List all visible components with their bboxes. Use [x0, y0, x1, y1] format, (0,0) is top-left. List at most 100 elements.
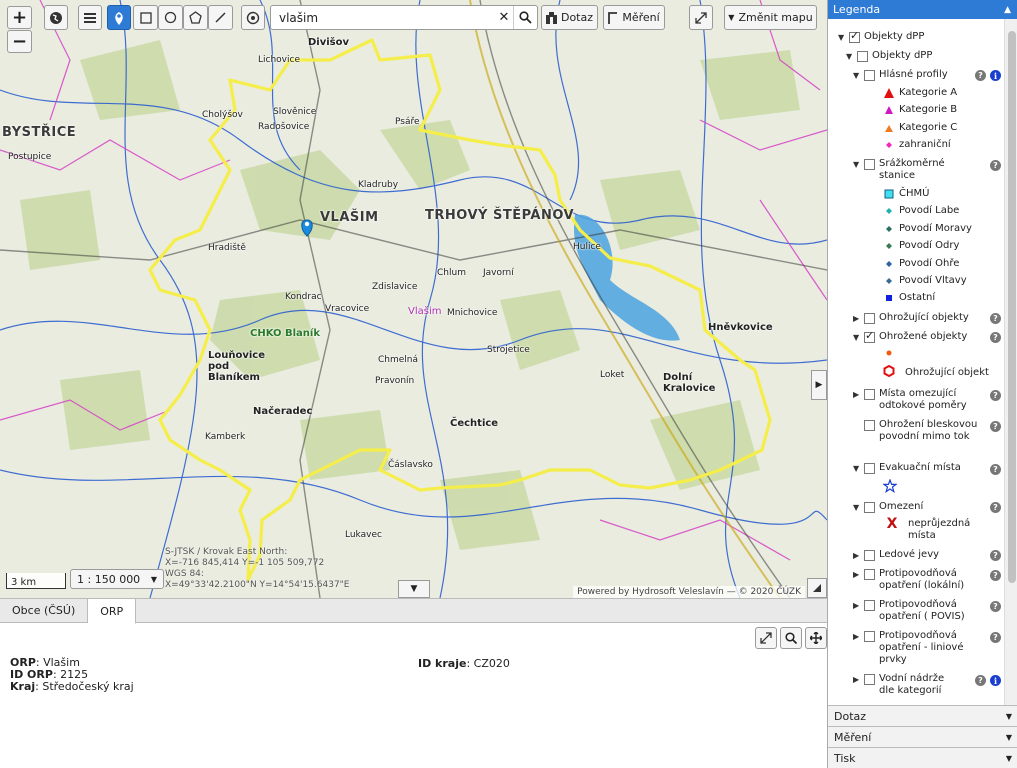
caret-right-icon[interactable]: ▶ [853, 569, 861, 581]
layer-checkbox[interactable] [864, 389, 875, 400]
scrollbar-thumb[interactable] [1008, 31, 1016, 583]
legend-node[interactable]: ▶ Ledové jevy [853, 549, 939, 562]
caret-right-icon[interactable]: ▶ [853, 600, 861, 612]
help-icon[interactable]: ? [990, 502, 1001, 513]
expand-panel-button[interactable] [755, 627, 777, 649]
caret-right-icon[interactable]: ▶ [853, 550, 861, 562]
help-icon[interactable]: ? [990, 332, 1001, 343]
help-icon[interactable]: ? [990, 160, 1001, 171]
clear-search-icon[interactable]: ✕ [495, 10, 513, 25]
layer-checkbox[interactable] [864, 674, 875, 685]
legend-node[interactable]: ▼ Objekty dPP [838, 30, 924, 44]
coordinates-readout: S-JTSK / Krovak East North: X=-716 845,4… [165, 547, 350, 591]
tab-orp[interactable]: ORP [88, 599, 137, 624]
legend-item: Ohrožující objekt [883, 365, 989, 379]
point-tool-button[interactable] [107, 5, 131, 30]
fullscreen-button[interactable] [689, 5, 713, 30]
expand-bottom-panel-button[interactable]: ▼ [398, 580, 430, 598]
help-icon[interactable]: ? [990, 632, 1001, 643]
caret-down-icon[interactable]: ▼ [853, 463, 861, 475]
layer-checkbox[interactable] [864, 631, 875, 642]
caret-right-icon[interactable]: ▶ [853, 313, 861, 325]
legend-node[interactable]: ▶ Protipovodňová opatření - liniové prvky [853, 630, 983, 666]
layer-checkbox[interactable] [864, 463, 875, 474]
rectangle-tool-button[interactable] [133, 5, 158, 30]
search-input[interactable]: vlašim [271, 11, 495, 25]
accordion-dotaz[interactable]: Dotaz ▼ [828, 705, 1017, 726]
caret-down-icon[interactable]: ▼ [853, 70, 861, 82]
legend-node[interactable]: ▶ Vodní nádrže dle kategorií [853, 673, 983, 697]
legend-node[interactable]: Ohrožení bleskovou povodní mimo tok [864, 419, 994, 443]
legend-node[interactable]: ▶ Ohrožující objekty [853, 312, 969, 325]
caret-down-icon[interactable]: ▼ [853, 159, 861, 171]
scale-select[interactable]: 1 : 150 000 ▼ [70, 569, 164, 589]
info-icon[interactable]: i [990, 70, 1001, 81]
legend-label: Ohrožení bleskovou povodní mimo tok [879, 419, 978, 442]
caret-down-icon[interactable]: ▼ [853, 502, 861, 514]
layer-checkbox[interactable] [864, 550, 875, 561]
zoom-in-button[interactable]: + [7, 6, 32, 29]
layer-checkbox[interactable] [864, 159, 875, 170]
search-button[interactable] [513, 6, 537, 29]
layers-button[interactable] [78, 5, 102, 30]
accordion-mereni[interactable]: Měření ▼ [828, 726, 1017, 747]
layer-checkbox[interactable] [864, 313, 875, 324]
measure-button[interactable]: Měření [603, 5, 665, 30]
caret-down-icon[interactable]: ▼ [838, 32, 846, 44]
legend-title: Legenda [833, 3, 881, 16]
line-tool-button[interactable] [208, 5, 233, 30]
help-icon[interactable]: ? [990, 421, 1001, 432]
layer-checkbox[interactable] [857, 51, 868, 62]
overview-map-toggle[interactable] [807, 578, 827, 598]
change-map-button[interactable]: ▼ Změnit mapu [724, 5, 817, 30]
help-icon[interactable]: ? [975, 675, 986, 686]
legend-label: Protipovodňová opatření (lokální) [879, 568, 965, 591]
legend-header[interactable]: Legenda ▲ [828, 0, 1017, 19]
help-icon[interactable]: ? [990, 390, 1001, 401]
tab-obce[interactable]: Obce (ČSÚ) [0, 599, 89, 622]
location-button[interactable] [241, 5, 265, 30]
caret-right-icon[interactable]: ▶ [853, 389, 861, 401]
info-icon[interactable]: i [990, 675, 1001, 686]
legend-node[interactable]: ▶ Protipovodňová opatření (lokální) [853, 568, 983, 592]
legend-scrollbar[interactable] [1004, 19, 1017, 705]
map-view[interactable]: Divišov Lichovice Radošovice Slověnice C… [0, 0, 827, 598]
help-icon[interactable]: ? [990, 601, 1001, 612]
globe-button[interactable] [44, 5, 68, 30]
legend-node[interactable]: ▶ Místa omezující odtokové poměry [853, 388, 983, 412]
measure-label: Měření [622, 11, 660, 24]
layer-checkbox[interactable] [864, 502, 875, 513]
caret-right-icon[interactable]: ▶ [853, 631, 861, 643]
place-label: Hněvkovice [708, 322, 773, 333]
legend-node[interactable]: ▼ Objekty dPP [846, 50, 932, 63]
caret-down-icon[interactable]: ▼ [853, 332, 861, 344]
legend-node[interactable]: ▶ Protipovodňová opatření ( POVIS) [853, 599, 983, 623]
layer-checkbox[interactable] [864, 569, 875, 580]
help-icon[interactable]: ? [990, 550, 1001, 561]
polygon-tool-button[interactable] [183, 5, 208, 30]
search-box[interactable]: vlašim ✕ [270, 5, 538, 30]
accordion-tisk[interactable]: Tisk ▼ [828, 747, 1017, 768]
help-icon[interactable]: ? [990, 313, 1001, 324]
caret-down-icon[interactable]: ▼ [846, 51, 854, 63]
zoom-out-button[interactable]: − [7, 30, 32, 53]
layer-checkbox[interactable] [864, 420, 875, 431]
legend-node[interactable]: ▼ Omezení [853, 501, 923, 514]
layer-checkbox[interactable] [864, 600, 875, 611]
layer-checkbox[interactable] [849, 30, 860, 43]
legend-node[interactable]: ▼ Srážkoměrné stanice [853, 158, 978, 182]
help-icon[interactable]: ? [990, 570, 1001, 581]
legend-node[interactable]: ▼ Ohrožené objekty [853, 330, 967, 344]
legend-node[interactable]: ▼ Evakuační místa [853, 462, 961, 475]
help-icon[interactable]: ? [975, 70, 986, 81]
layer-checkbox[interactable] [864, 70, 875, 81]
zoom-to-feature-button[interactable] [780, 627, 802, 649]
layer-checkbox[interactable] [864, 330, 875, 343]
expand-side-panel-button[interactable]: ▶ [811, 370, 827, 400]
caret-right-icon[interactable]: ▶ [853, 674, 861, 686]
pan-to-feature-button[interactable] [805, 627, 827, 649]
help-icon[interactable]: ? [990, 464, 1001, 475]
query-button[interactable]: Dotaz [541, 5, 598, 30]
legend-label: Evakuační místa [879, 462, 961, 473]
circle-tool-button[interactable] [158, 5, 183, 30]
